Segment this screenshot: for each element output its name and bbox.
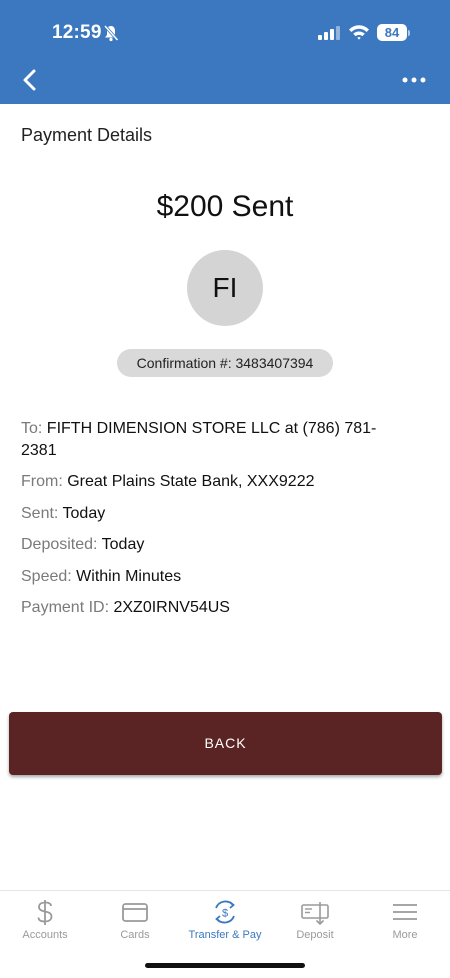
sent-value: Today bbox=[62, 505, 106, 522]
payee-avatar: FI bbox=[187, 250, 263, 326]
status-time: 12:59 bbox=[52, 22, 102, 43]
to-value: FIFTH DIMENSION STORE LLC at (786) 781- bbox=[46, 420, 377, 437]
battery-tip bbox=[408, 30, 410, 36]
svg-text:$: $ bbox=[222, 908, 228, 920]
dollar-icon bbox=[37, 900, 53, 925]
sent-label: Sent: bbox=[21, 505, 59, 522]
tab-transfer-pay[interactable]: $ Transfer & Pay bbox=[180, 891, 270, 951]
menu-icon bbox=[393, 904, 417, 920]
deposited-value: Today bbox=[101, 536, 145, 553]
tab-accounts-label: Accounts bbox=[22, 929, 68, 941]
detail-row-to-cont: 2381 bbox=[21, 440, 421, 461]
tab-cards[interactable]: Cards bbox=[90, 891, 180, 951]
home-indicator bbox=[145, 963, 305, 968]
detail-row-payment-id: Payment ID: 2XZ0IRNV54US bbox=[21, 597, 421, 618]
payment-id-label: Payment ID: bbox=[21, 599, 110, 616]
tab-more[interactable]: More bbox=[360, 891, 450, 951]
chevron-left-icon[interactable] bbox=[20, 68, 40, 92]
confirmation-badge: Confirmation #: 3483407394 bbox=[117, 349, 333, 377]
to-label: To: bbox=[21, 420, 43, 437]
check-deposit-icon bbox=[301, 902, 329, 926]
page-title: Payment Details bbox=[21, 125, 153, 145]
detail-row-from: From: Great Plains State Bank, XXX9222 bbox=[21, 471, 421, 492]
speed-value: Within Minutes bbox=[76, 568, 182, 585]
amount-sent-title: $200 Sent bbox=[156, 190, 294, 223]
ellipsis-icon[interactable] bbox=[402, 76, 426, 84]
detail-row-sent: Sent: Today bbox=[21, 503, 421, 524]
bell-muted-icon bbox=[103, 25, 119, 42]
detail-row-deposited: Deposited: Today bbox=[21, 534, 421, 555]
tab-more-label: More bbox=[392, 929, 418, 941]
signal-icon bbox=[318, 26, 340, 40]
wifi-icon bbox=[349, 25, 369, 40]
tab-cards-label: Cards bbox=[120, 929, 150, 941]
tab-accounts[interactable]: Accounts bbox=[0, 891, 90, 951]
speed-label: Speed: bbox=[21, 568, 72, 585]
deposited-label: Deposited: bbox=[21, 536, 98, 553]
detail-row-speed: Speed: Within Minutes bbox=[21, 566, 421, 587]
back-button[interactable]: BACK bbox=[9, 712, 442, 775]
to-value-cont: 2381 bbox=[21, 442, 57, 459]
battery-indicator: 84 bbox=[377, 24, 407, 41]
from-value: Great Plains State Bank, XXX9222 bbox=[67, 473, 315, 490]
transfer-icon: $ bbox=[215, 900, 235, 924]
tab-deposit[interactable]: Deposit bbox=[270, 891, 360, 951]
tab-transfer-pay-label: Transfer & Pay bbox=[188, 929, 262, 941]
detail-row-to: To: FIFTH DIMENSION STORE LLC at (786) 7… bbox=[21, 418, 421, 439]
app-header: 12:59 84 bbox=[0, 0, 450, 104]
payment-id-value: 2XZ0IRNV54US bbox=[113, 599, 230, 616]
from-label: From: bbox=[21, 473, 63, 490]
tab-deposit-label: Deposit bbox=[296, 929, 334, 941]
card-icon bbox=[122, 903, 148, 922]
